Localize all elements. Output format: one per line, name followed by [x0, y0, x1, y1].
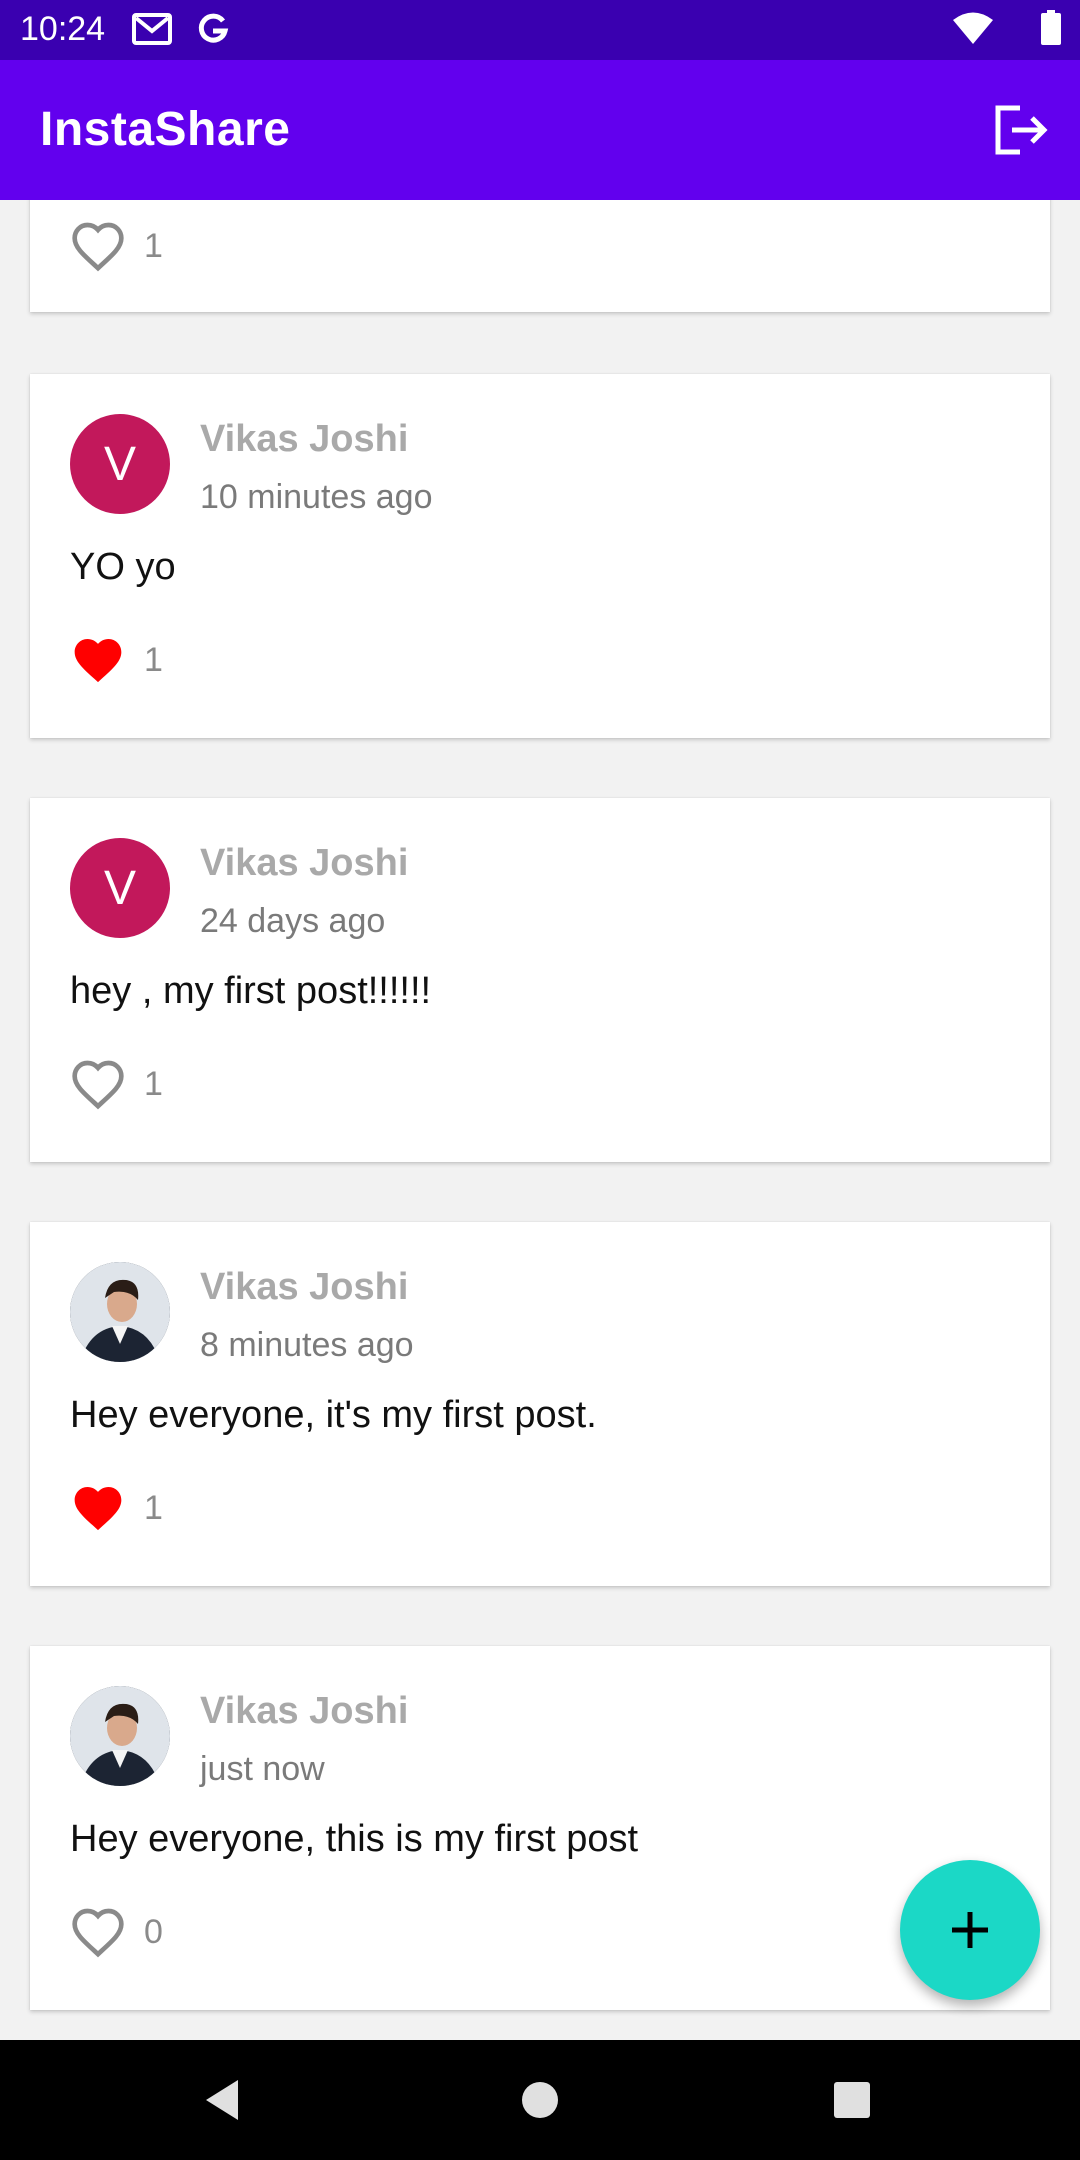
recents-icon: [834, 2082, 870, 2118]
logout-button[interactable]: [990, 102, 1050, 158]
post-author: Vikas Joshi: [200, 418, 409, 460]
post-card: 1: [30, 200, 1050, 312]
post-card: Vikas Joshi just now Hey everyone, this …: [30, 1646, 1050, 2010]
post-author: Vikas Joshi: [200, 842, 409, 884]
post-time: 24 days ago: [200, 902, 386, 940]
post-card: V Vikas Joshi 10 minutes ago YO yo 1: [30, 374, 1050, 738]
post-feed[interactable]: 1 V Vikas Joshi 10 minutes ago YO yo 1 V…: [0, 200, 1080, 2040]
like-row: 1: [70, 1058, 163, 1110]
wifi-icon: [953, 12, 993, 44]
avatar[interactable]: [70, 1262, 170, 1362]
app-title: InstaShare: [40, 103, 291, 156]
post-time: just now: [200, 1750, 325, 1788]
status-time: 10:24: [20, 10, 106, 48]
gmail-icon: [132, 13, 172, 45]
back-button[interactable]: [194, 2070, 254, 2130]
like-row: 0: [70, 1906, 163, 1958]
app-bar: InstaShare: [0, 60, 1080, 200]
add-post-button[interactable]: [900, 1860, 1040, 2000]
back-icon: [206, 2080, 238, 2120]
post-time: 8 minutes ago: [200, 1326, 414, 1364]
navigation-bar: [0, 2040, 1080, 2160]
like-count: 0: [144, 1912, 163, 1951]
avatar[interactable]: V: [70, 838, 170, 938]
plus-icon: [952, 1912, 988, 1948]
like-count: 1: [144, 1064, 163, 1103]
like-count: 1: [144, 226, 163, 265]
battery-icon: [1041, 10, 1061, 45]
like-count: 1: [144, 640, 163, 679]
user-photo-icon: [70, 1262, 170, 1362]
heart-outline-icon[interactable]: [70, 220, 126, 272]
recents-button[interactable]: [822, 2070, 882, 2130]
status-bar: 10:24: [0, 0, 1080, 60]
like-row: 1: [70, 220, 163, 272]
heart-filled-icon[interactable]: [70, 1482, 126, 1534]
post-text: Hey everyone, this is my first post: [70, 1818, 639, 1860]
post-card: Vikas Joshi 8 minutes ago Hey everyone, …: [30, 1222, 1050, 1586]
post-author: Vikas Joshi: [200, 1266, 409, 1308]
user-photo-icon: [70, 1686, 170, 1786]
avatar[interactable]: [70, 1686, 170, 1786]
home-button[interactable]: [510, 2070, 570, 2130]
home-icon: [522, 2082, 558, 2118]
heart-filled-icon[interactable]: [70, 634, 126, 686]
post-author: Vikas Joshi: [200, 1690, 409, 1732]
like-row: 1: [70, 634, 163, 686]
logout-icon: [995, 105, 1048, 155]
avatar[interactable]: V: [70, 414, 170, 514]
post-card: V Vikas Joshi 24 days ago hey , my first…: [30, 798, 1050, 1162]
like-row: 1: [70, 1482, 163, 1534]
post-text: YO yo: [70, 546, 176, 588]
avatar-letter: V: [103, 861, 136, 915]
post-text: Hey everyone, it's my first post.: [70, 1394, 597, 1436]
google-icon: [198, 13, 229, 43]
like-count: 1: [144, 1488, 163, 1527]
post-text: hey , my first post!!!!!!: [70, 970, 432, 1012]
heart-outline-icon[interactable]: [70, 1906, 126, 1958]
avatar-letter: V: [103, 437, 136, 491]
post-time: 10 minutes ago: [200, 478, 433, 516]
heart-outline-icon[interactable]: [70, 1058, 126, 1110]
